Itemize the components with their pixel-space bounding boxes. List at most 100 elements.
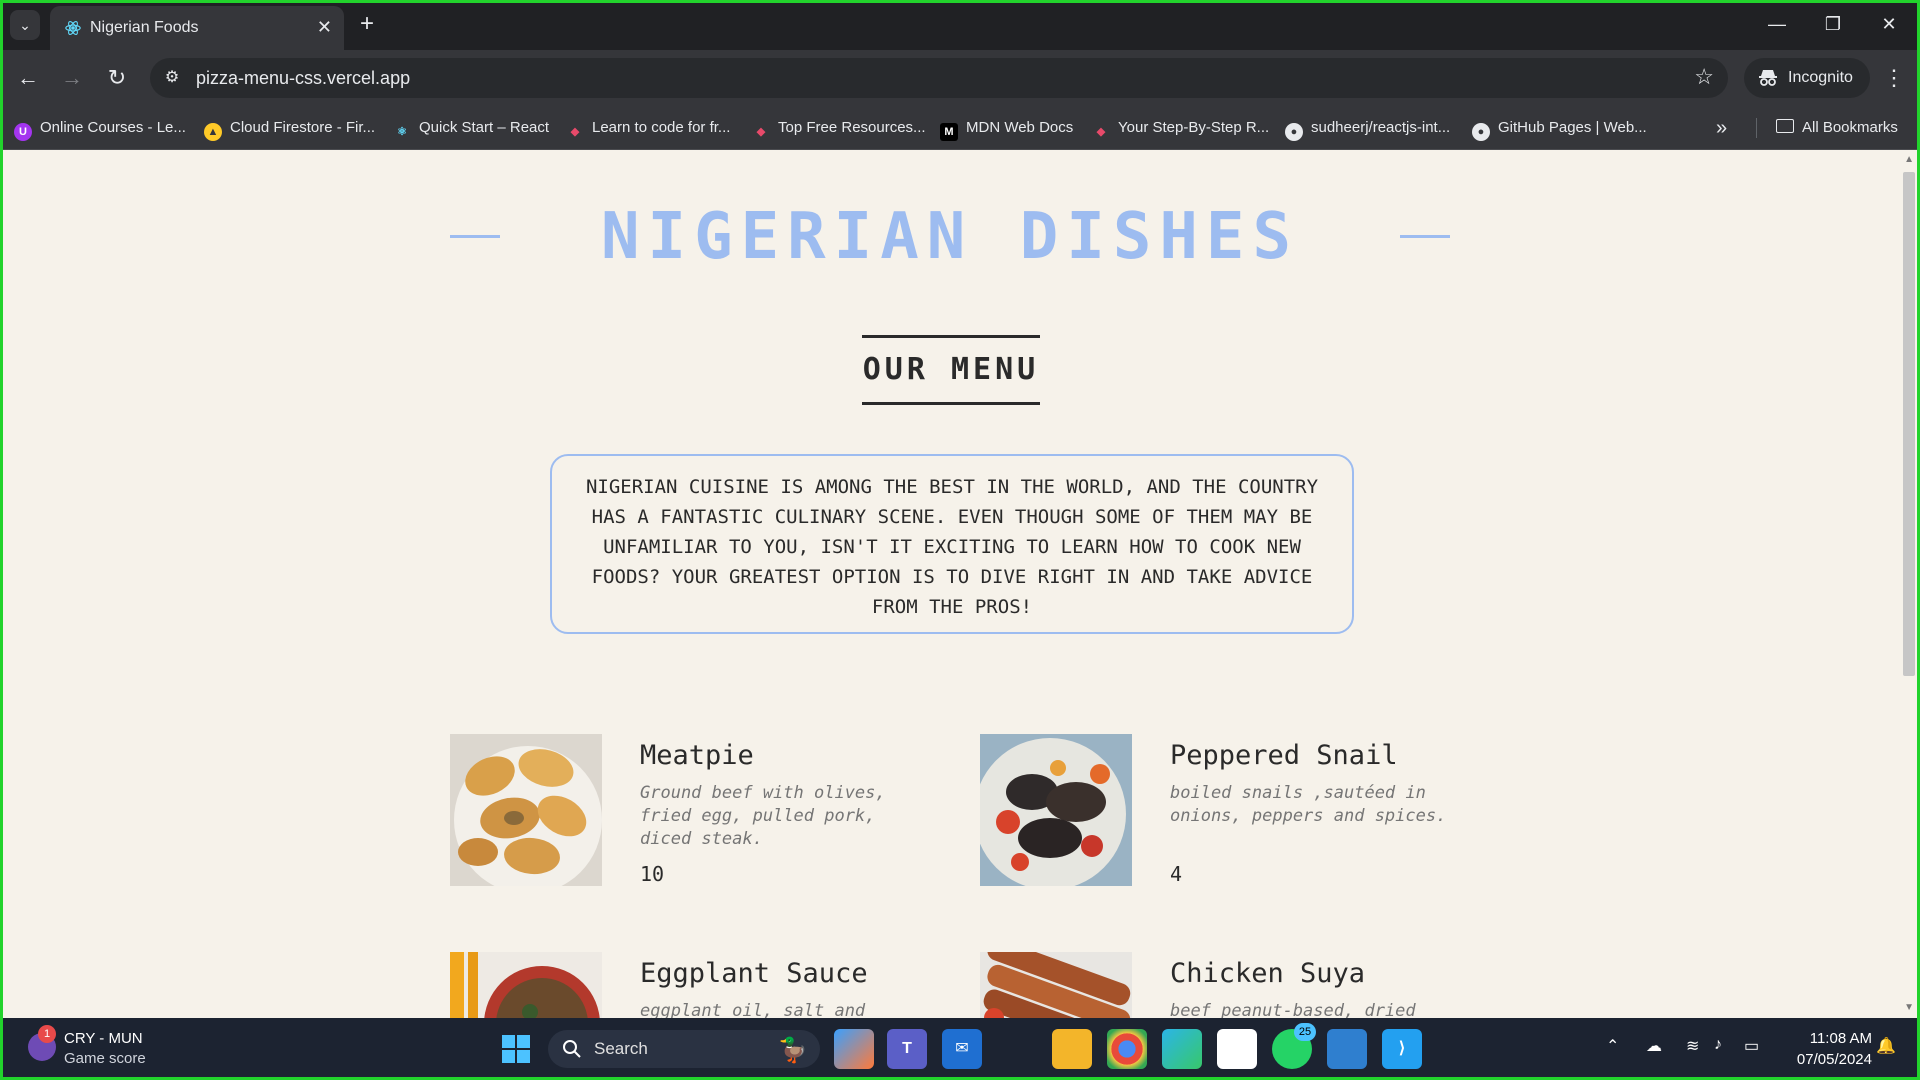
taskbar: 1 CRY - MUN Game score Search 🦆 T ✉ 25 ⟩… (0, 1018, 1920, 1080)
bookmarks-bar: U Online Courses - Le... ▲ Cloud Firestore… (0, 106, 1920, 150)
browser-menu-icon[interactable]: ⋮ (1880, 62, 1908, 94)
folder-icon (1776, 119, 1794, 133)
whatsapp-badge: 25 (1294, 1023, 1316, 1041)
bookmark-label: Your Step-By-Step R... (1118, 119, 1270, 136)
bookmark-item[interactable]: ▲ Cloud Firestore - Fir... (204, 116, 376, 141)
menu-item-description: boiled snails ,sautéed in onions, pepper… (1170, 783, 1447, 826)
vertical-scrollbar[interactable]: ▲ ▼ (1901, 150, 1917, 1018)
battery-icon[interactable]: ▭ (1744, 1036, 1759, 1056)
bookmark-item[interactable]: ● sudheerj/reactjs-int... (1285, 116, 1451, 141)
new-tab-button[interactable]: + (352, 10, 382, 40)
menu-item-name: Chicken Suya (1170, 958, 1366, 989)
search-icon (563, 1040, 581, 1058)
taskbar-clock[interactable]: 11:08 AM 07/05/2024 (1776, 1028, 1872, 1070)
menu-item-name: Meatpie (640, 740, 754, 771)
minimize-button[interactable]: — (1754, 8, 1800, 40)
reload-button[interactable]: ↻ (101, 62, 133, 94)
all-bookmarks-button[interactable]: All Bookmarks (1776, 116, 1898, 140)
bookmark-label: Online Courses - Le... (40, 119, 186, 136)
page-title: NIGERIAN DISHES (601, 200, 1299, 274)
more-bookmarks-icon[interactable]: » (1716, 116, 1727, 140)
teams-icon[interactable]: T (887, 1029, 927, 1069)
chicken-suya-image (980, 952, 1132, 1018)
bookmark-item[interactable]: M MDN Web Docs (940, 116, 1073, 141)
meatpie-image (450, 734, 602, 886)
close-tab-icon[interactable]: ✕ (317, 16, 332, 38)
wifi-icon[interactable]: ≋ (1686, 1036, 1699, 1056)
scrollbar-thumb[interactable] (1903, 172, 1915, 676)
clock-date: 07/05/2024 (1796, 1051, 1872, 1068)
eggplant-sauce-image (450, 952, 602, 1018)
widget-title: CRY - MUN (64, 1030, 143, 1047)
bookmark-star-icon[interactable]: ☆ (1694, 64, 1714, 90)
bookmark-label: Quick Start – React (419, 119, 550, 136)
udemy-icon: U (14, 123, 32, 141)
bookmark-item[interactable]: ◆ Your Step-By-Step R... (1092, 116, 1269, 140)
copilot-icon[interactable] (834, 1029, 874, 1069)
menu-heading: OUR MENU (862, 335, 1040, 405)
mail-icon[interactable]: ✉ (942, 1029, 982, 1069)
react-icon (65, 21, 81, 35)
show-hidden-icons-icon[interactable]: ⌃ (1606, 1036, 1619, 1056)
menu-item-description: Ground beef with olives, fried egg, pull… (640, 783, 886, 849)
bookmark-label: GitHub Pages | Web... (1498, 119, 1647, 136)
notepad-icon[interactable] (1327, 1029, 1367, 1069)
intro-text: NIGERIAN CUISINE IS AMONG THE BEST IN TH… (550, 454, 1354, 634)
menu-item-description: beef peanut-based, dried (1170, 1001, 1416, 1018)
mdn-icon: M (940, 123, 958, 141)
bookmark-item[interactable]: ● GitHub Pages | Web... (1472, 116, 1647, 141)
title-block: NIGERIAN DISHES (450, 200, 1450, 274)
back-button[interactable]: ← (12, 62, 44, 94)
windows-start-icon[interactable] (496, 1029, 536, 1069)
browser-toolbar: ← → ↻ ⚙ pizza-menu-css.vercel.app ☆ Inco… (0, 50, 1920, 106)
url-text[interactable]: pizza-menu-css.vercel.app (196, 68, 410, 89)
scrimba-icon: ◆ (570, 126, 580, 138)
chrome-icon[interactable] (1107, 1029, 1147, 1069)
bookmark-label: Top Free Resources... (778, 119, 926, 136)
volume-icon[interactable]: ♪ (1714, 1036, 1722, 1054)
bookmarks-divider (1756, 118, 1757, 138)
file-explorer-icon[interactable] (1052, 1029, 1092, 1069)
incognito-indicator[interactable]: Incognito (1744, 58, 1870, 98)
whatsapp-icon[interactable]: 25 (1272, 1023, 1316, 1069)
menu-item-price: 10 (640, 862, 665, 886)
bookmark-item[interactable]: U Online Courses - Le... (14, 116, 186, 141)
bookmark-item[interactable]: ⚛ Quick Start – React (393, 116, 549, 140)
site-info-icon[interactable]: ⚙ (160, 66, 184, 90)
github-icon: ● (1285, 123, 1303, 141)
edge-icon[interactable] (1162, 1029, 1202, 1069)
address-bar[interactable]: ⚙ pizza-menu-css.vercel.app ☆ (150, 58, 1728, 98)
peppered-snail-image (980, 734, 1132, 886)
scroll-down-arrow-icon[interactable]: ▼ (1904, 1002, 1914, 1013)
taskbar-search[interactable]: Search 🦆 (548, 1030, 820, 1068)
active-tab[interactable]: Nigerian Foods ✕ (50, 6, 344, 50)
menu-item: Eggplant Sauce eggplant oil, salt and (450, 952, 930, 1018)
github-icon: ● (1472, 123, 1490, 141)
all-bookmarks-label: All Bookmarks (1802, 119, 1898, 136)
restore-button[interactable]: ❐ (1810, 8, 1856, 40)
notification-bell-icon[interactable]: 🔔 (1876, 1036, 1896, 1056)
tab-search-button[interactable]: ⌄ (10, 10, 40, 40)
firebase-icon: ▲ (204, 123, 222, 141)
title-right-line (1400, 235, 1450, 238)
tab-strip: ⌄ Nigerian Foods ✕ + — ❐ ✕ (0, 0, 1920, 50)
incognito-icon (1759, 70, 1777, 86)
duck-icon: 🦆 (778, 1037, 808, 1064)
store-icon[interactable] (1217, 1029, 1257, 1069)
bookmark-label: sudheerj/reactjs-int... (1311, 119, 1451, 136)
menu-item: Meatpie Ground beef with olives, fried e… (450, 734, 930, 886)
page-viewport: NIGERIAN DISHES OUR MENU NIGERIAN CUISIN… (3, 150, 1917, 1018)
onedrive-icon[interactable]: ☁ (1646, 1036, 1662, 1056)
clock-time: 11:08 AM (1809, 1030, 1872, 1047)
scroll-up-arrow-icon[interactable]: ▲ (1904, 154, 1914, 165)
bookmark-item[interactable]: ◆ Learn to code for fr... (566, 116, 731, 140)
bookmark-item[interactable]: ◆ Top Free Resources... (752, 116, 926, 140)
bookmark-label: Learn to code for fr... (592, 119, 731, 136)
vscode-icon[interactable]: ⟩ (1382, 1029, 1422, 1069)
menu-item-description: eggplant oil, salt and (640, 1001, 866, 1018)
close-window-button[interactable]: ✕ (1866, 8, 1912, 40)
sports-widget[interactable]: 1 CRY - MUN Game score (24, 1025, 224, 1071)
forward-button[interactable]: → (56, 62, 88, 94)
menu-item: Chicken Suya beef peanut-based, dried (980, 952, 1460, 1018)
bookmark-label: Cloud Firestore - Fir... (230, 119, 376, 136)
